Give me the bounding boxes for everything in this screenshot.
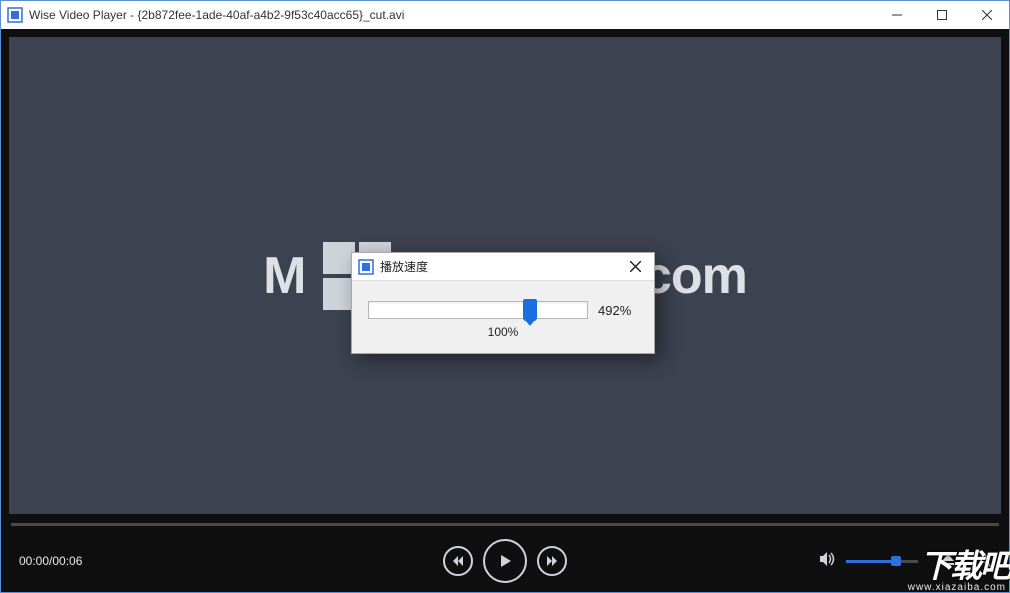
rewind-button[interactable] [443,546,473,576]
minimize-button[interactable] [874,1,919,29]
right-controls: A [818,550,991,573]
progress-bar[interactable] [11,520,999,530]
eject-button[interactable] [940,551,956,572]
window-title: Wise Video Player - {2b872fee-1ade-40af-… [29,8,404,22]
controls-bar: 00:00/00:06 [1,530,1009,592]
volume-slider[interactable] [846,560,918,563]
watermark-left-text: M [263,246,305,306]
dialog-body: 492% 100% [352,281,654,353]
close-button[interactable] [964,1,1009,29]
subtitle-button[interactable]: A [978,550,991,573]
speed-slider[interactable] [368,301,588,319]
time-label: 00:00/00:06 [19,554,82,568]
app-icon [7,7,23,23]
dialog-titlebar[interactable]: 播放速度 [352,253,654,281]
playback-controls [443,539,567,583]
playback-speed-dialog: 播放速度 492% 100% [351,252,655,354]
forward-button[interactable] [537,546,567,576]
play-button[interactable] [483,539,527,583]
dialog-close-button[interactable] [616,253,654,280]
maximize-button[interactable] [919,1,964,29]
volume-fill [846,560,896,563]
volume-group [818,550,918,573]
speed-value-label: 492% [598,303,638,318]
dialog-title: 播放速度 [380,258,428,275]
dialog-icon [358,259,374,275]
speed-thumb[interactable] [523,299,537,321]
speed-center-label: 100% [488,325,519,339]
window-controls [874,1,1009,29]
volume-icon[interactable] [818,550,836,573]
titlebar[interactable]: Wise Video Player - {2b872fee-1ade-40af-… [1,1,1009,29]
volume-thumb[interactable] [891,556,901,566]
